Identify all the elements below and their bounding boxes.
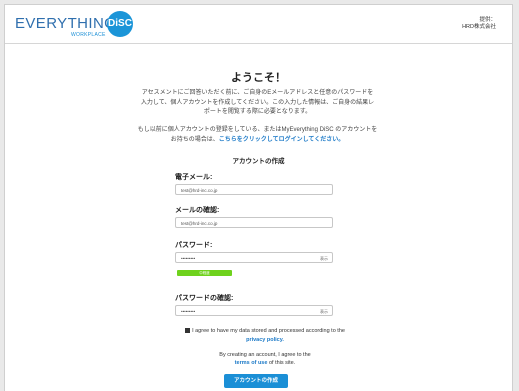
email-label: 電子メール: — [175, 174, 213, 181]
confirm-email-field[interactable]: test@hrd-inc.co.jp — [175, 217, 333, 228]
password-field[interactable]: ••••••••• 表示 — [175, 252, 333, 263]
confirm-password-label: パスワードの確認: — [175, 295, 234, 302]
privacy-policy-link[interactable]: privacy policy. — [246, 337, 284, 343]
privacy-consent-text: I agree to have my data stored and proce… — [192, 328, 345, 334]
confirm-email-label: メールの確認: — [175, 207, 220, 214]
signin-text: もし以前に個人アカウントの登録をしている、またはMyEverything DiS… — [135, 126, 380, 145]
password-label: パスワード: — [175, 242, 213, 249]
email-field[interactable]: test@hrd-inc.co.jp — [175, 184, 333, 195]
terms-of-use-link[interactable]: terms of use — [235, 360, 268, 366]
privacy-consent-checkbox[interactable] — [185, 328, 191, 334]
browser-window: EVERYTHING WORKPLACE DiSC 提供： HRD株式会社 よう… — [4, 4, 513, 391]
logo-wordmark: EVERYTHING — [15, 15, 117, 32]
provider-info: 提供： HRD株式会社 — [462, 17, 496, 31]
create-account-button[interactable]: アカウントの作成 — [224, 374, 288, 388]
show-confirm-password-toggle[interactable]: 表示 — [320, 306, 328, 315]
logo-subtitle: WORKPLACE — [71, 32, 106, 38]
password-value: ••••••••• — [181, 256, 196, 261]
terms-notice: By creating an account, I agree to the t… — [185, 351, 345, 367]
show-password-toggle[interactable]: 表示 — [320, 253, 328, 262]
logo-disc-badge: DiSC — [107, 11, 133, 37]
password-strength-meter: 中程度 — [177, 270, 232, 276]
terms-suffix: of this site. — [268, 360, 296, 366]
signin-link[interactable]: こちらをクリックしてログインしてください。 — [219, 137, 344, 143]
confirm-email-value: test@hrd-inc.co.jp — [181, 221, 218, 226]
confirm-password-value: ••••••••• — [181, 309, 196, 314]
terms-text: By creating an account, I agree to the — [219, 352, 311, 358]
site-header: EVERYTHING WORKPLACE DiSC 提供： HRD株式会社 — [5, 5, 512, 44]
email-value: test@hrd-inc.co.jp — [181, 188, 218, 193]
provider-name: HRD株式会社 — [462, 24, 496, 30]
provider-label: 提供： — [479, 17, 496, 23]
privacy-consent: I agree to have my data stored and proce… — [180, 327, 350, 344]
intro-text: アセスメントにご回答いただく前に、ご自身のEメールアドレスと任意のパスワードを入… — [140, 90, 375, 115]
page-title: ようこそ！ — [231, 72, 286, 84]
confirm-password-field[interactable]: ••••••••• 表示 — [175, 305, 333, 316]
form-section-title: アカウントの作成 — [232, 158, 285, 165]
